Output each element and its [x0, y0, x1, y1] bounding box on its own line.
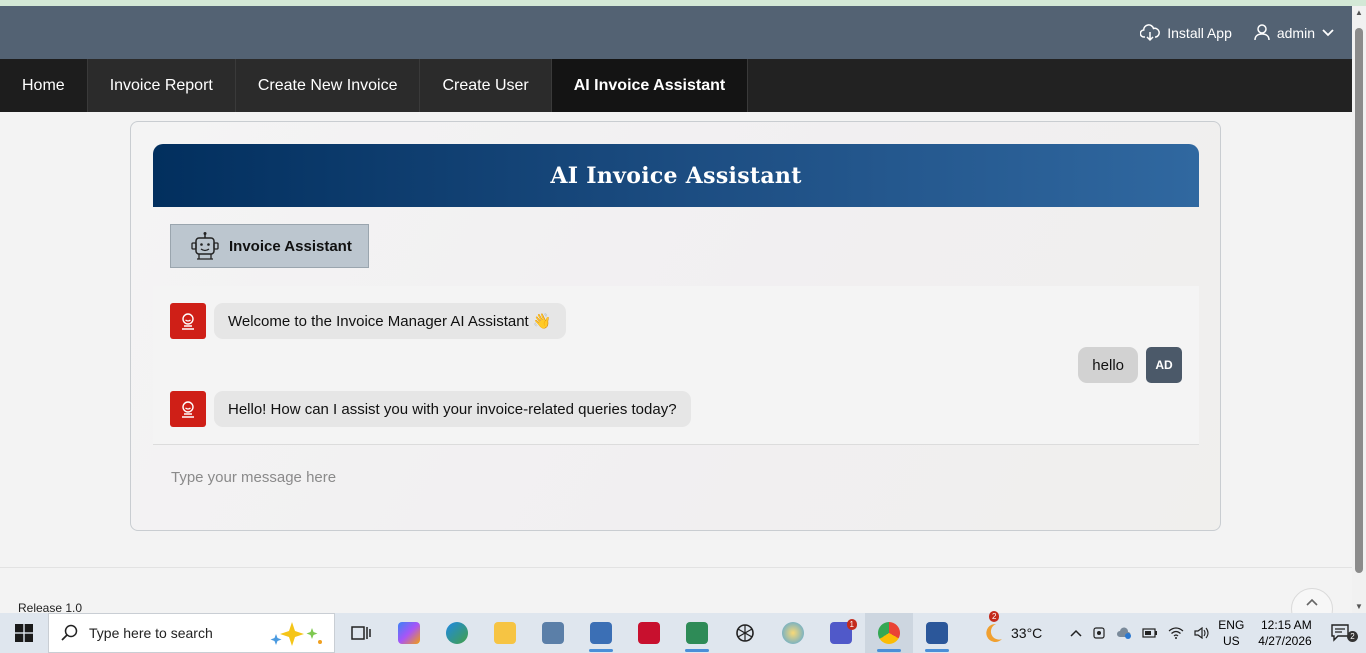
- tab-create-user[interactable]: Create User: [420, 59, 552, 112]
- weather-moon-icon: [981, 621, 1005, 645]
- system-tray: [1070, 626, 1210, 640]
- taskbar-app-edge[interactable]: [433, 613, 481, 653]
- chrome-icon: [878, 622, 900, 644]
- paint-icon: [782, 622, 804, 644]
- chevron-up-icon[interactable]: [1070, 629, 1082, 637]
- chat-message-bot: Hello! How can I assist you with your in…: [170, 391, 691, 427]
- chat-divider: [153, 444, 1199, 445]
- taskbar-app-file-explorer[interactable]: [481, 613, 529, 653]
- battery-icon[interactable]: [1142, 628, 1158, 638]
- bot-avatar: [170, 303, 206, 339]
- taskbar-app-chatgpt[interactable]: [721, 613, 769, 653]
- main-content: AI Invoice Assistant Invoice Assistant W…: [0, 112, 1352, 567]
- remote-desktop-icon: [542, 622, 564, 644]
- main-nav: Home Invoice Report Create New Invoice C…: [0, 59, 1352, 112]
- install-app-button[interactable]: Install App: [1140, 23, 1232, 42]
- user-menu[interactable]: admin: [1254, 24, 1334, 41]
- clock-time: 12:15 AM: [1260, 618, 1312, 632]
- folder-icon: [494, 622, 516, 644]
- chat-history: Welcome to the Invoice Manager AI Assist…: [153, 286, 1199, 444]
- bot-icon: [178, 399, 198, 419]
- word-icon: [926, 622, 948, 644]
- invoice-assistant-label: Invoice Assistant: [229, 237, 352, 255]
- search-placeholder: Type here to search: [89, 625, 213, 641]
- screen-recorder-icon: [638, 622, 660, 644]
- language-indicator[interactable]: ENG US: [1218, 617, 1244, 649]
- footer: Release 1.0: [0, 567, 1352, 630]
- taskbar-app-chart-tool[interactable]: [673, 613, 721, 653]
- clock-date: 4/27/2026: [1258, 634, 1312, 648]
- wifi-icon[interactable]: [1168, 627, 1184, 639]
- notification-count: 2: [1347, 631, 1358, 642]
- bot-icon: [178, 311, 198, 331]
- taskbar-search-box[interactable]: Type here to search: [48, 613, 335, 653]
- chevron-up-icon: [1306, 598, 1318, 606]
- taskbar-app-word[interactable]: [913, 613, 961, 653]
- tab-home[interactable]: Home: [0, 59, 88, 112]
- cloud-download-icon: [1140, 23, 1161, 42]
- weather-widget[interactable]: 2 33°C: [981, 611, 1043, 645]
- chart-app-icon: [686, 622, 708, 644]
- assistant-banner: AI Invoice Assistant: [153, 144, 1199, 207]
- scroll-down-arrow-icon[interactable]: ▼: [1355, 602, 1363, 611]
- taskbar-app-screen-recorder[interactable]: [625, 613, 673, 653]
- assistant-card: AI Invoice Assistant Invoice Assistant W…: [130, 121, 1221, 531]
- page-scrollbar[interactable]: ▲ ▼: [1352, 6, 1366, 613]
- tab-ai-invoice-assistant[interactable]: AI Invoice Assistant: [551, 59, 749, 112]
- start-button[interactable]: [0, 613, 48, 653]
- task-view-button[interactable]: [337, 613, 385, 653]
- weather-temp: 33°C: [1011, 625, 1043, 641]
- taskbar-pinned-apps: 1: [337, 613, 961, 653]
- language-code: ENG: [1218, 618, 1245, 632]
- edge-icon: [446, 622, 468, 644]
- chat-message-user: hello AD: [1078, 347, 1182, 383]
- teams-badge: 1: [846, 619, 857, 630]
- meet-now-icon[interactable]: [1092, 626, 1106, 640]
- taskbar-app-paint[interactable]: [769, 613, 817, 653]
- page-title: AI Invoice Assistant: [550, 162, 802, 189]
- language-region: US: [1222, 634, 1240, 648]
- taskbar-app-remote-desktop[interactable]: [529, 613, 577, 653]
- tab-create-new-invoice[interactable]: Create New Invoice: [235, 59, 421, 112]
- copilot-icon: [398, 622, 420, 644]
- tab-invoice-report[interactable]: Invoice Report: [87, 59, 236, 112]
- taskbar-app-chrome[interactable]: [865, 613, 913, 653]
- taskbar-app-copilot[interactable]: [385, 613, 433, 653]
- chat-message-bot: Welcome to the Invoice Manager AI Assist…: [170, 303, 566, 339]
- media-player-icon: [590, 622, 612, 644]
- volume-icon[interactable]: [1194, 627, 1210, 639]
- user-icon: [1254, 24, 1270, 41]
- windows-logo-icon: [15, 624, 33, 642]
- user-name: admin: [1276, 24, 1315, 41]
- task-view-icon: [351, 624, 371, 642]
- taskbar-clock[interactable]: 12:15 AM 4/27/2026: [1258, 617, 1311, 649]
- taskbar-app-teams[interactable]: 1: [817, 613, 865, 653]
- windows-taskbar: Type here to search 1 2 33°C ENG US 12:1…: [0, 611, 1366, 653]
- copilot-sparkle-icon: [268, 620, 324, 648]
- taskbar-app-media-player[interactable]: [577, 613, 625, 653]
- chatgpt-icon: [734, 622, 756, 644]
- header-bar: Install App admin: [0, 6, 1352, 59]
- install-app-label: Install App: [1167, 24, 1232, 41]
- bot-message-text: Welcome to the Invoice Manager AI Assist…: [214, 303, 566, 339]
- onedrive-icon[interactable]: [1116, 627, 1132, 639]
- message-input[interactable]: [153, 458, 1199, 496]
- scrollbar-thumb[interactable]: [1355, 28, 1363, 573]
- notifications-button[interactable]: 2: [1330, 623, 1358, 643]
- chevron-down-icon: [1322, 28, 1334, 37]
- search-icon: [61, 624, 79, 642]
- invoice-assistant-button[interactable]: Invoice Assistant: [170, 224, 369, 268]
- user-message-text: hello: [1078, 347, 1138, 383]
- scroll-up-arrow-icon[interactable]: ▲: [1355, 8, 1363, 17]
- bot-message-text: Hello! How can I assist you with your in…: [214, 391, 691, 427]
- bot-avatar: [170, 391, 206, 427]
- robot-icon: [189, 230, 221, 262]
- user-avatar: AD: [1146, 347, 1182, 383]
